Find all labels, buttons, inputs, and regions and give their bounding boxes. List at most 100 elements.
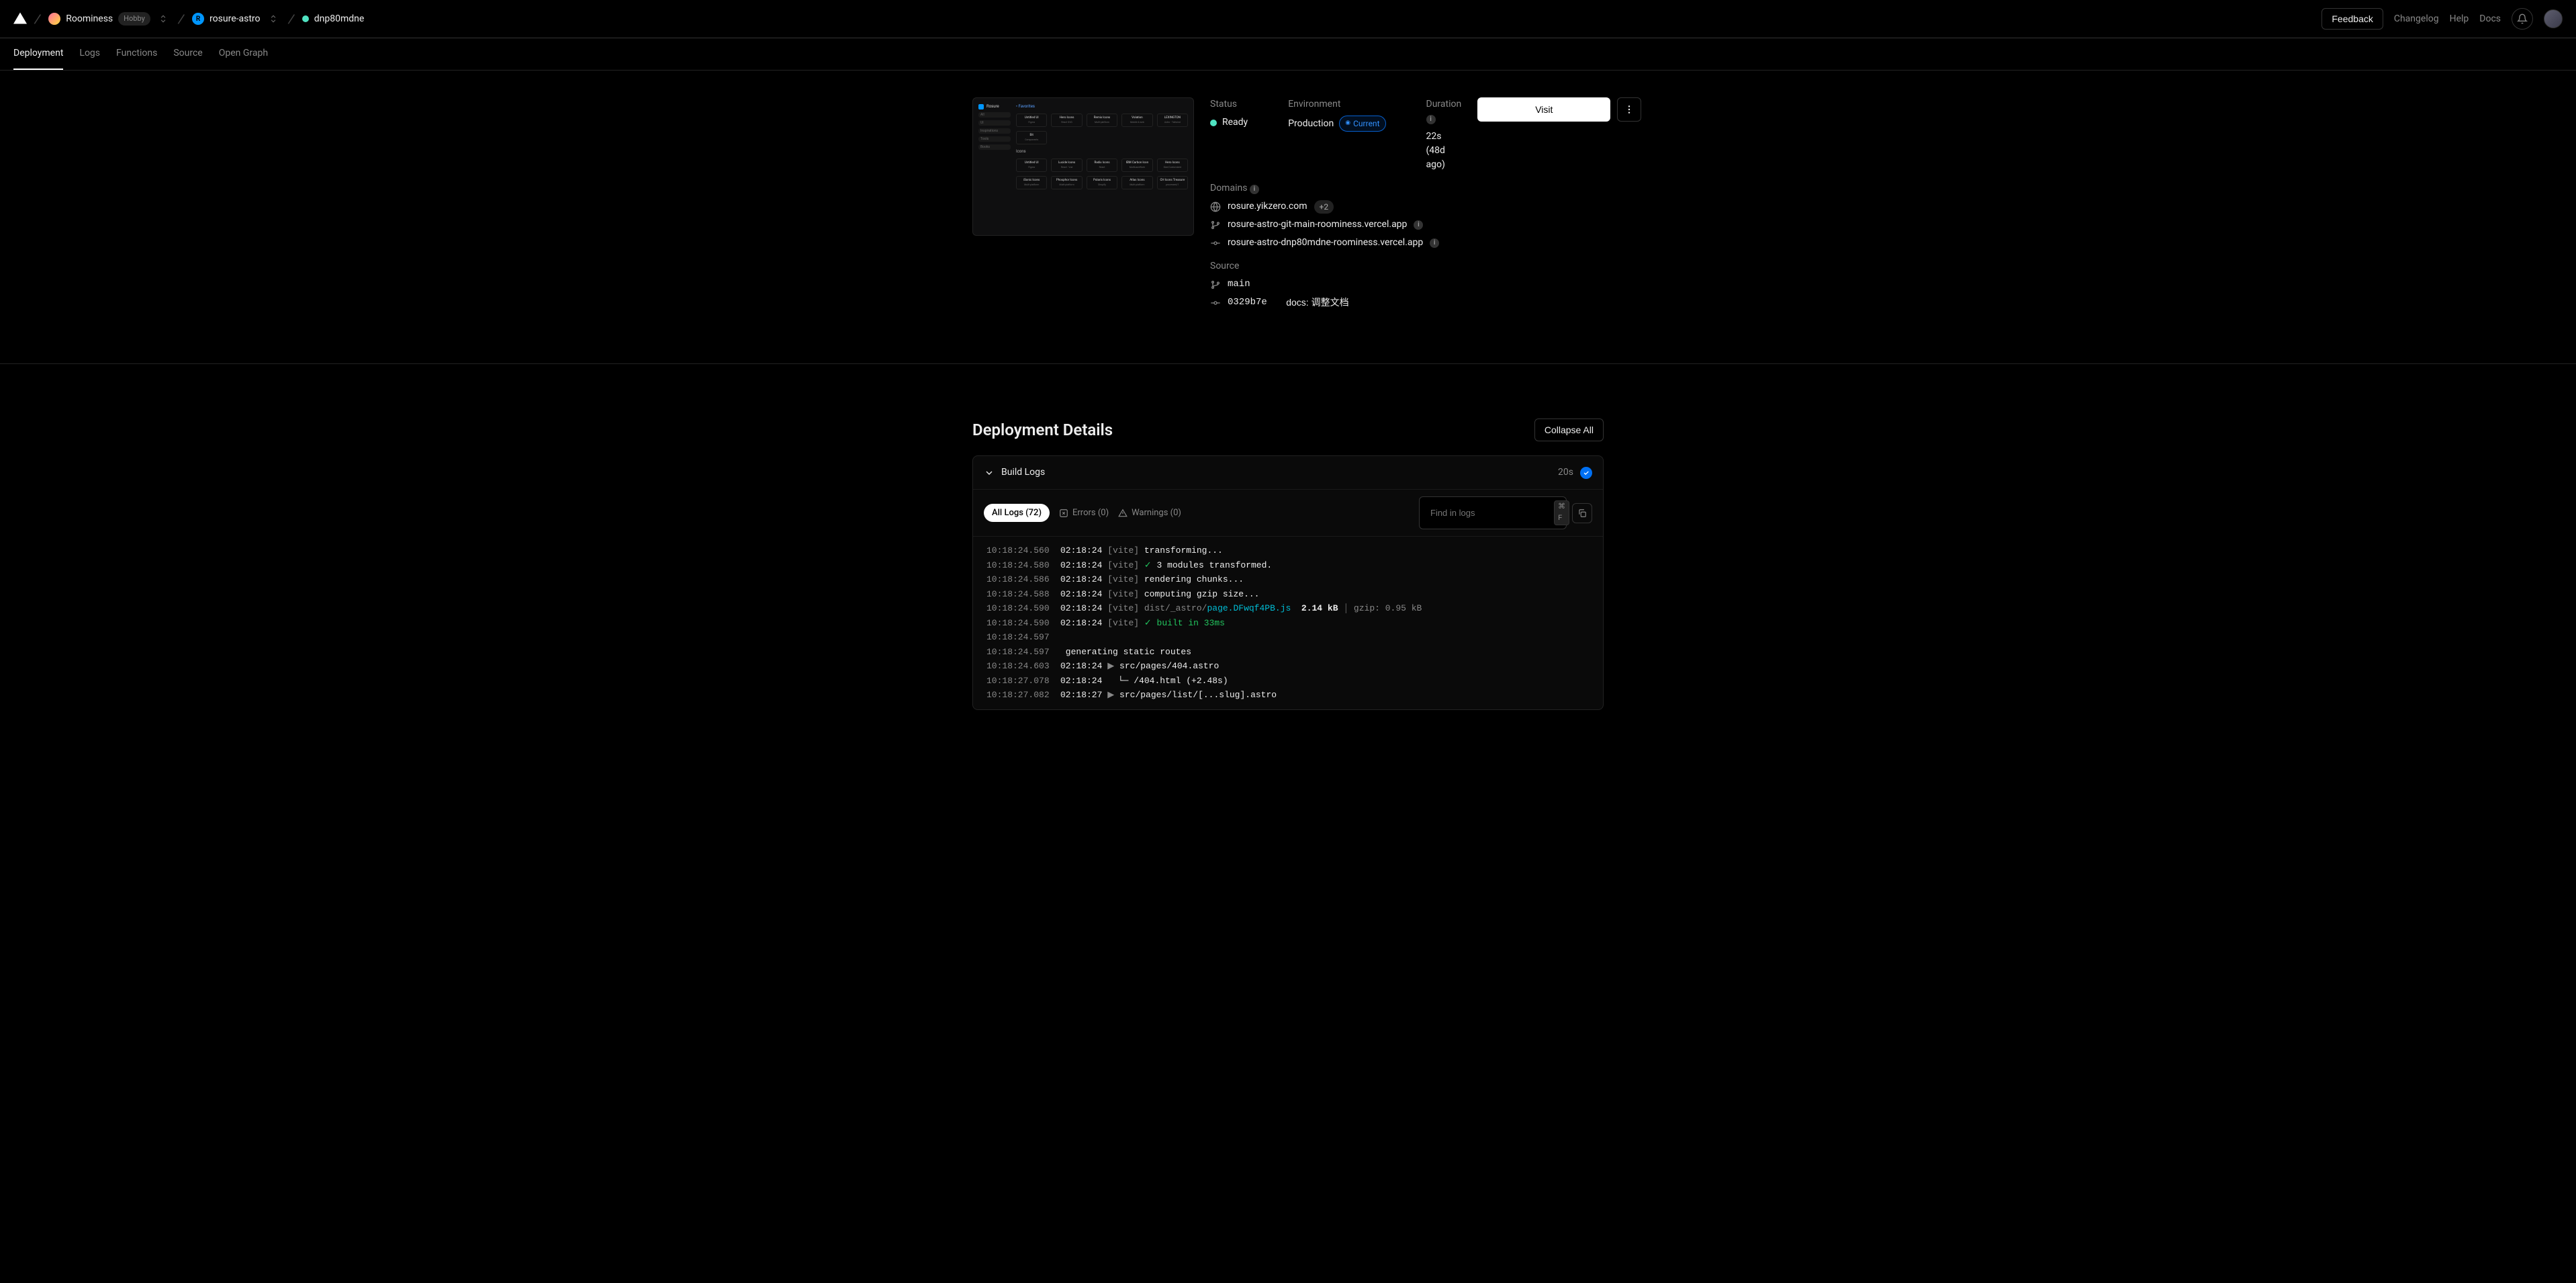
slash-divider: / (177, 8, 186, 29)
deployment-preview[interactable]: Rosure All UI Inspirations Tools Books •… (972, 97, 1194, 236)
team-avatar-icon (48, 13, 60, 25)
team-crumb[interactable]: Roominess Hobby (48, 11, 171, 26)
main-content: Rosure All UI Inspirations Tools Books •… (959, 71, 1617, 337)
docs-link[interactable]: Docs (2479, 12, 2501, 26)
logs-filters: All Logs (72) Errors (0) Warnings (0) (984, 504, 1181, 523)
tab-source[interactable]: Source (173, 38, 202, 70)
copy-icon (1577, 508, 1587, 518)
source-commit[interactable]: 0329b7e docs: 调整文档 (1210, 296, 1461, 310)
domain-primary[interactable]: rosure.yikzero.com +2 (1210, 200, 1461, 214)
details-title: Deployment Details (972, 418, 1113, 442)
feedback-button[interactable]: Feedback (2321, 8, 2383, 30)
log-line: 10:18:27.08202:18:27 ▶ src/pages/list/[.… (973, 688, 1603, 703)
project-name: rosure-astro (210, 12, 260, 26)
duration-value: 22s (48d ago) (1426, 130, 1462, 172)
build-logs-panel: Build Logs 20s All Logs (72) Errors (0) … (972, 455, 1604, 710)
info-icon[interactable]: i (1430, 238, 1439, 248)
tab-open-graph[interactable]: Open Graph (219, 38, 268, 70)
env-badge: Current (1339, 116, 1385, 132)
domain-deployment[interactable]: rosure-astro-dnp80mdne-roominess.vercel.… (1210, 236, 1461, 250)
log-line: 10:18:24.597 generating static routes (973, 645, 1603, 660)
team-name: Roominess (66, 12, 113, 26)
visit-button[interactable]: Visit (1477, 97, 1610, 122)
plan-badge: Hobby (118, 12, 150, 26)
tab-deployment[interactable]: Deployment (13, 38, 63, 70)
ready-dot-icon (1210, 120, 1217, 126)
log-line: 10:18:24.58602:18:24 [vite] rendering ch… (973, 572, 1603, 587)
branch-icon (1210, 220, 1221, 230)
collapse-all-button[interactable]: Collapse All (1534, 418, 1604, 441)
more-actions-button[interactable] (1617, 97, 1641, 122)
log-line: 10:18:24.59002:18:24 [vite] dist/_astro/… (973, 601, 1603, 616)
project-avatar-icon: R (192, 13, 204, 25)
info-icon[interactable]: i (1414, 220, 1423, 230)
deployment-overview: Rosure All UI Inspirations Tools Books •… (972, 97, 1604, 310)
log-line: 10:18:24.56002:18:24 [vite] transforming… (973, 543, 1603, 558)
status-label: Status (1210, 97, 1248, 112)
deployment-meta: Status Ready Environment Production Curr… (1210, 97, 1461, 310)
environment-label: Environment (1288, 97, 1385, 112)
filter-errors[interactable]: Errors (0) (1059, 506, 1109, 520)
chevron-down-icon (984, 468, 995, 478)
vercel-logo-icon[interactable] (13, 12, 27, 26)
details-header: Deployment Details Collapse All (972, 418, 1604, 442)
build-logs-title: Build Logs (1001, 466, 1045, 480)
info-icon[interactable]: i (1426, 115, 1436, 124)
notifications-button[interactable] (2512, 8, 2533, 30)
duration-label: Duration i (1426, 97, 1462, 126)
team-switcher-icon[interactable] (156, 11, 171, 26)
logs-toolbar: All Logs (72) Errors (0) Warnings (0) ⌘ … (973, 489, 1603, 537)
domains-more-badge[interactable]: +2 (1314, 200, 1334, 214)
subnav: Deployment Logs Functions Source Open Gr… (0, 38, 2576, 71)
section-divider (0, 363, 2576, 364)
top-header: / Roominess Hobby / R rosure-astro / dnp… (0, 0, 2576, 38)
project-crumb[interactable]: R rosure-astro (192, 11, 280, 26)
status-dot-icon (302, 15, 309, 22)
help-link[interactable]: Help (2450, 12, 2469, 26)
log-line: 10:18:24.58802:18:24 [vite] computing gz… (973, 587, 1603, 602)
changelog-link[interactable]: Changelog (2394, 12, 2439, 26)
commit-icon (1210, 238, 1221, 249)
deployment-id: dnp80mdne (314, 12, 365, 26)
logs-search-box[interactable]: ⌘ F (1419, 496, 1567, 529)
copy-logs-button[interactable] (1572, 503, 1592, 523)
tab-logs[interactable]: Logs (79, 38, 100, 70)
header-actions: Feedback Changelog Help Docs (2321, 8, 2563, 30)
log-line: 10:18:24.58002:18:24 [vite] ✓ 3 modules … (973, 558, 1603, 573)
project-switcher-icon[interactable] (266, 11, 281, 26)
status-value: Ready (1210, 116, 1248, 130)
log-line: 10:18:24.597 (973, 630, 1603, 645)
domains-label: Domains i (1210, 181, 1461, 195)
source-label: Source (1210, 259, 1461, 273)
kebab-icon (1624, 104, 1635, 115)
branch-icon (1210, 279, 1221, 290)
log-line: 10:18:24.60302:18:24 ▶ src/pages/404.ast… (973, 659, 1603, 674)
slash-divider: / (286, 8, 295, 29)
overview-actions: Visit (1477, 97, 1641, 122)
logs-search-group: ⌘ F (1419, 496, 1592, 529)
commit-icon (1210, 298, 1221, 308)
logs-search-input[interactable] (1430, 508, 1549, 518)
deployment-crumb[interactable]: dnp80mdne (302, 12, 365, 26)
filter-warnings[interactable]: Warnings (0) (1118, 506, 1181, 520)
build-logs-header[interactable]: Build Logs 20s (973, 456, 1603, 489)
tab-functions[interactable]: Functions (116, 38, 157, 70)
check-icon (1580, 467, 1592, 479)
filter-all[interactable]: All Logs (72) (984, 504, 1050, 523)
build-duration: 20s (1558, 466, 1573, 480)
logs-body: 10:18:24.56002:18:24 [vite] transforming… (973, 537, 1603, 709)
warning-icon (1118, 508, 1128, 518)
breadcrumb: / Roominess Hobby / R rosure-astro / dnp… (13, 9, 364, 29)
bell-icon (2517, 13, 2528, 24)
search-hotkey: ⌘ F (1554, 500, 1569, 525)
environment-value: Production Current (1288, 116, 1385, 132)
slash-divider: / (33, 8, 42, 29)
error-icon (1059, 508, 1068, 518)
globe-icon (1210, 202, 1221, 212)
domain-branch[interactable]: rosure-astro-git-main-roominess.vercel.a… (1210, 218, 1461, 232)
source-branch[interactable]: main (1210, 277, 1461, 292)
log-line: 10:18:24.59002:18:24 [vite] ✓ built in 3… (973, 616, 1603, 631)
log-line: 10:18:27.07802:18:24 └─ /404.html (+2.48… (973, 674, 1603, 689)
user-avatar[interactable] (2544, 9, 2563, 28)
info-icon[interactable]: i (1250, 185, 1259, 194)
